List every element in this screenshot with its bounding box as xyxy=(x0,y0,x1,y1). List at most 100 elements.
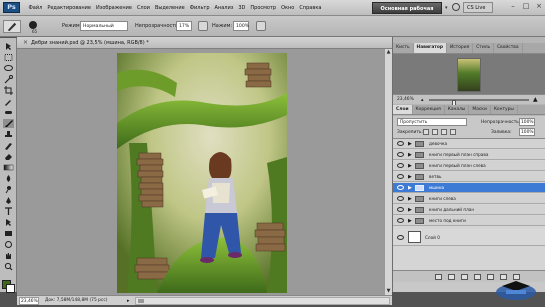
tab-style[interactable]: Стиль xyxy=(473,43,495,53)
tab-layers[interactable]: Слои xyxy=(393,105,413,114)
clone-stamp-tool-icon[interactable] xyxy=(3,130,14,139)
tab-masks[interactable]: Маски xyxy=(469,105,491,114)
layer-row[interactable]: ▶ мшина xyxy=(393,183,545,193)
visibility-eye-icon[interactable] xyxy=(397,218,404,223)
history-brush-tool-icon[interactable] xyxy=(3,141,14,150)
3d-rotate-tool-icon[interactable] xyxy=(3,240,14,249)
scroll-up-arrow-icon[interactable]: ▲ xyxy=(385,49,392,56)
expand-arrow-icon[interactable]: ▶ xyxy=(408,206,412,214)
visibility-eye-icon[interactable] xyxy=(397,152,404,157)
menu-3d[interactable]: 3D xyxy=(236,5,248,11)
background-color-swatch[interactable] xyxy=(6,284,15,293)
airbrush-icon[interactable] xyxy=(256,21,266,31)
layer-fill-field[interactable]: 100% xyxy=(519,128,535,136)
tool-preset-picker[interactable] xyxy=(3,20,21,33)
mode-select[interactable]: Нормальный xyxy=(80,21,128,31)
lock-transparency-icon[interactable] xyxy=(423,129,429,135)
move-tool-icon[interactable] xyxy=(3,42,14,51)
layer-opacity-field[interactable]: 100% xyxy=(519,118,535,126)
type-tool-icon[interactable] xyxy=(3,207,14,216)
opacity-field[interactable]: 17% xyxy=(176,21,192,31)
visibility-eye-icon[interactable] xyxy=(397,141,404,146)
healing-brush-tool-icon[interactable] xyxy=(3,108,14,117)
layer-row-background[interactable]: Слой 0 xyxy=(393,229,545,246)
navigator-view-box[interactable] xyxy=(458,59,480,91)
menu-help[interactable]: Справка xyxy=(297,5,324,11)
expand-arrow-icon[interactable]: ▶ xyxy=(408,173,412,181)
lock-all-icon[interactable] xyxy=(450,129,456,135)
menu-edit[interactable]: Редактирование xyxy=(45,5,94,11)
zoom-status-field[interactable]: 23,46% xyxy=(19,297,39,305)
navigator-thumbnail[interactable] xyxy=(457,58,481,92)
tab-adjustments[interactable]: Коррекция xyxy=(413,105,445,114)
eraser-tool-icon[interactable] xyxy=(3,152,14,161)
pen-tool-icon[interactable] xyxy=(3,196,14,205)
layer-row[interactable]: ▶ книги первый план справа xyxy=(393,150,545,160)
navigator-zoom-value[interactable]: 23,46% xyxy=(397,96,414,104)
document-tab[interactable]: × Дебри знаний.psd @ 23,5% (мшина, RGB/8… xyxy=(17,37,392,49)
artwork-image[interactable] xyxy=(117,53,287,293)
new-group-icon[interactable] xyxy=(487,274,494,280)
scroll-down-arrow-icon[interactable]: ▼ xyxy=(385,288,392,295)
menu-filter[interactable]: Фильтр xyxy=(187,5,212,11)
close-button[interactable]: × xyxy=(534,2,544,12)
expand-arrow-icon[interactable]: ▶ xyxy=(408,195,412,203)
marquee-tool-icon[interactable] xyxy=(3,53,14,62)
link-layers-icon[interactable] xyxy=(435,274,442,280)
eyedropper-tool-icon[interactable] xyxy=(3,97,14,106)
layer-row[interactable]: ▶ книги слева xyxy=(393,194,545,204)
expand-arrow-icon[interactable]: ▶ xyxy=(408,151,412,159)
tab-history[interactable]: История xyxy=(447,43,474,53)
expand-arrow-icon[interactable]: ▶ xyxy=(408,217,412,225)
layer-style-icon[interactable] xyxy=(448,274,455,280)
horizontal-scrollbar[interactable] xyxy=(135,297,390,305)
minimize-button[interactable]: – xyxy=(508,2,518,12)
vertical-scrollbar[interactable]: ▲ ▼ xyxy=(384,49,392,295)
crop-tool-icon[interactable] xyxy=(3,86,14,95)
tab-navigator[interactable]: Навигатор xyxy=(413,43,447,53)
status-menu-arrow-icon[interactable]: ▸ xyxy=(127,297,130,305)
horizontal-scroll-thumb[interactable] xyxy=(138,299,144,303)
layer-row[interactable]: ▶ ветвь xyxy=(393,172,545,182)
expand-arrow-icon[interactable]: ▶ xyxy=(408,162,412,170)
menu-analysis[interactable]: Анализ xyxy=(212,5,236,11)
pressure-field[interactable]: 100% xyxy=(233,21,249,31)
lock-pixels-icon[interactable] xyxy=(432,129,438,135)
tab-channels[interactable]: Каналы xyxy=(445,105,470,114)
workspace-menu-arrow-icon[interactable]: ▾ xyxy=(445,5,448,11)
blur-tool-icon[interactable] xyxy=(3,174,14,183)
navigator-zoom-slider[interactable] xyxy=(429,99,529,107)
brush-tool-icon[interactable] xyxy=(3,119,14,128)
path-selection-tool-icon[interactable] xyxy=(3,218,14,227)
visibility-eye-icon[interactable] xyxy=(397,196,404,201)
visibility-eye-icon[interactable] xyxy=(397,163,404,168)
expand-arrow-icon[interactable]: ▶ xyxy=(408,184,412,192)
maximize-button[interactable]: □ xyxy=(521,2,531,12)
cs-live-button[interactable]: CS Live xyxy=(463,2,493,13)
layer-row[interactable]: ▶ место под книги xyxy=(393,216,545,226)
close-tab-icon[interactable]: × xyxy=(23,39,28,47)
expand-arrow-icon[interactable]: ▶ xyxy=(408,140,412,148)
menu-layers[interactable]: Слои xyxy=(134,5,152,11)
menu-window[interactable]: Окно xyxy=(279,5,297,11)
menu-image[interactable]: Изображение xyxy=(93,5,134,11)
menu-file[interactable]: Файл xyxy=(26,5,45,11)
canvas-area[interactable] xyxy=(17,49,384,295)
menu-select[interactable]: Выделение xyxy=(152,5,187,11)
adjustment-layer-icon[interactable] xyxy=(474,274,481,280)
tablet-pressure-opacity-icon[interactable] xyxy=(198,21,208,31)
lasso-tool-icon[interactable] xyxy=(3,64,14,73)
visibility-eye-icon[interactable] xyxy=(397,174,404,179)
layer-row[interactable]: ▶ книги первый план слева xyxy=(393,161,545,171)
zoom-in-icon[interactable]: ▲ xyxy=(533,95,538,104)
lock-position-icon[interactable] xyxy=(441,129,447,135)
tab-paths[interactable]: Контуры xyxy=(491,105,518,114)
zoom-out-icon[interactable]: ▴ xyxy=(421,96,424,104)
zoom-tool-icon[interactable] xyxy=(3,262,14,271)
workspace-switcher-button[interactable]: Основная рабочая среда xyxy=(372,2,442,24)
search-icon[interactable] xyxy=(452,3,460,11)
tab-brush[interactable]: Кисть xyxy=(393,43,414,53)
rectangle-tool-icon[interactable] xyxy=(3,229,14,238)
dodge-tool-icon[interactable] xyxy=(3,185,14,194)
menu-view[interactable]: Просмотр xyxy=(248,5,279,11)
